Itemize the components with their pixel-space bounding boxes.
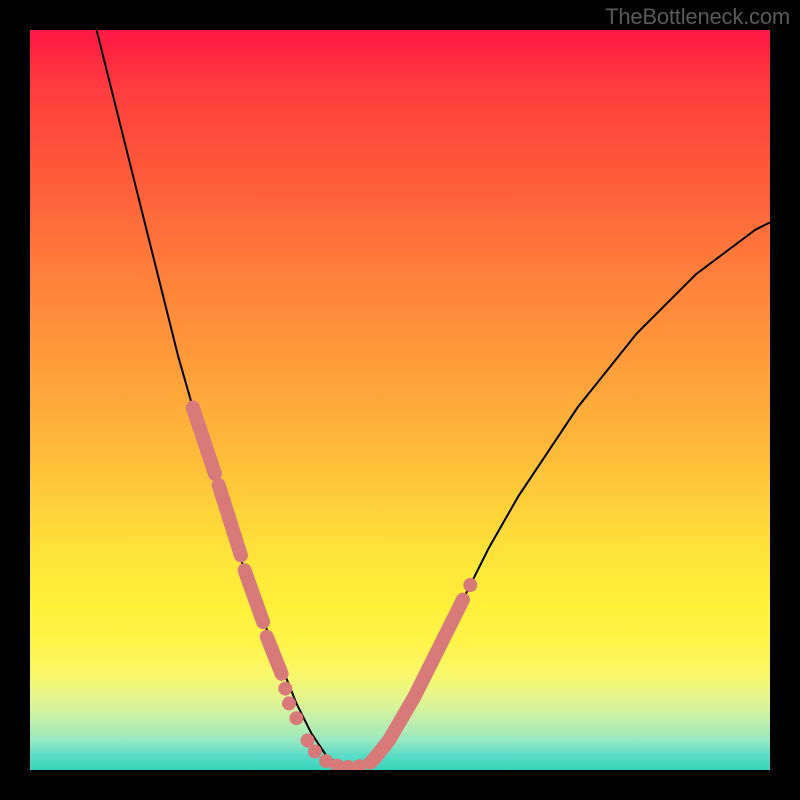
curve-svg: [30, 30, 770, 770]
chart-frame: TheBottleneck.com: [0, 0, 800, 800]
highlight-segment: [415, 644, 441, 696]
highlight-segment: [245, 570, 264, 622]
highlight-dot: [363, 756, 377, 770]
highlight-dot: [308, 745, 322, 759]
highlight-dot: [278, 682, 292, 696]
highlight-dots: [278, 578, 477, 770]
plot-area: [30, 30, 770, 770]
highlight-segments: [193, 407, 463, 759]
highlight-segment: [441, 600, 463, 644]
highlight-dot: [289, 711, 303, 725]
highlight-dot: [463, 578, 477, 592]
highlight-segment: [193, 407, 215, 474]
highlight-dot: [456, 593, 470, 607]
highlight-segment: [389, 696, 415, 740]
highlight-segment: [267, 637, 282, 674]
highlight-dot: [282, 696, 296, 710]
watermark-label: TheBottleneck.com: [605, 4, 790, 30]
highlight-segment: [219, 485, 241, 555]
